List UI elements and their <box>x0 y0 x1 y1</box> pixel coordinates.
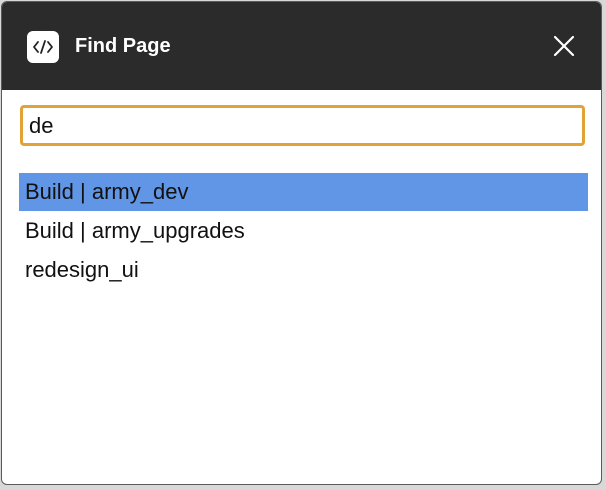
result-item-redesign-ui[interactable]: redesign_ui <box>19 250 588 289</box>
window-frame: Find Page Build | army_dev Build | army_… <box>0 0 606 490</box>
dialog-title: Find Page <box>75 35 171 57</box>
code-brackets-icon <box>27 31 59 63</box>
result-item-army-upgrades[interactable]: Build | army_upgrades <box>19 211 588 250</box>
find-page-dialog: Find Page Build | army_dev Build | army_… <box>1 1 602 485</box>
close-button[interactable] <box>548 30 580 62</box>
result-item-army-dev[interactable]: Build | army_dev <box>19 173 588 211</box>
results-list: Build | army_dev Build | army_upgrades r… <box>19 173 588 289</box>
dialog-titlebar: Find Page <box>2 2 601 90</box>
close-icon <box>553 35 575 57</box>
search-input[interactable] <box>20 105 585 146</box>
